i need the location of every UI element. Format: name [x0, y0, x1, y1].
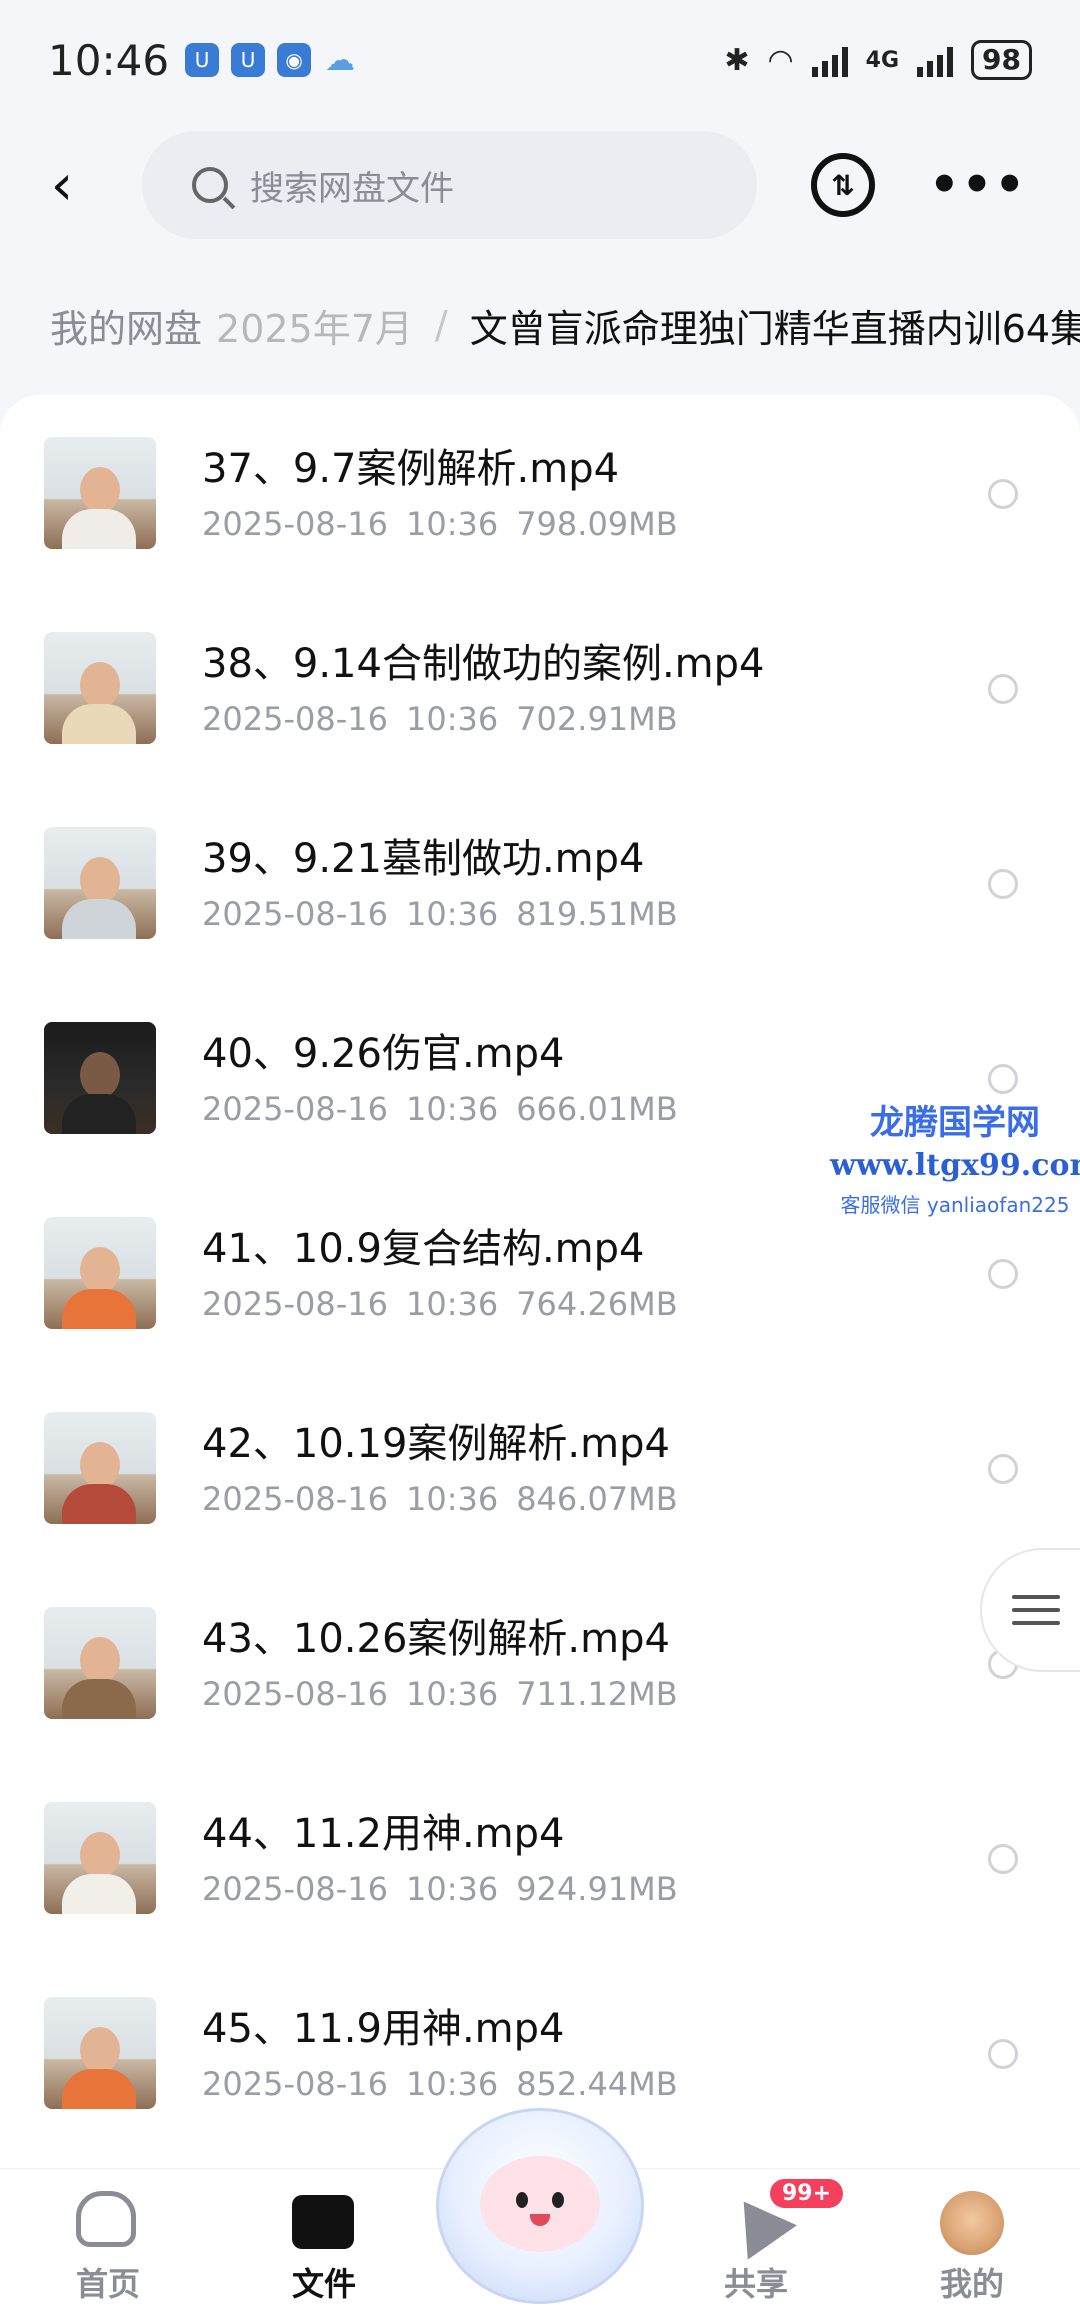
nav-label: 我的 [939, 2265, 1004, 2303]
wifi-icon: ◠ [767, 42, 794, 78]
select-checkbox[interactable] [988, 1259, 1018, 1289]
video-thumbnail [44, 1606, 156, 1719]
nav-item-share[interactable]: 99+ 共享 [648, 2169, 864, 2324]
file-meta: 2025-08-16 10:36 924.91MB [202, 1869, 678, 1908]
nav-item-home[interactable]: 首页 [0, 2169, 216, 2324]
file-meta: 2025-08-16 10:36 764.26MB [202, 1284, 678, 1323]
video-thumbnail [44, 826, 156, 939]
file-name: 42、10.19案例解析.mp4 [202, 1420, 670, 1467]
more-icon: ••• [929, 157, 1028, 213]
file-row[interactable]: 38、9.14合制做功的案例.mp4 2025-08-16 10:36 702.91… [0, 590, 1080, 785]
signal-icon-2 [917, 43, 954, 77]
file-row[interactable]: 37、9.7案例解析.mp4 2025-08-16 10:36 798.09MB [0, 395, 1080, 590]
app-notification-icon: U [231, 43, 266, 77]
select-checkbox[interactable] [988, 1064, 1018, 1094]
header: ‹ 搜索网盘文件 ⇅ ••• [0, 120, 1080, 250]
bluetooth-icon: ✱ [724, 42, 750, 78]
app-notification-icon: U [185, 43, 220, 77]
file-name: 44、11.2用神.mp4 [202, 1810, 565, 1857]
home-icon [76, 2191, 140, 2251]
video-thumbnail [44, 436, 156, 549]
video-thumbnail [44, 631, 156, 744]
transfer-button[interactable]: ⇅ [811, 153, 875, 217]
select-checkbox[interactable] [988, 869, 1018, 899]
app-notification-icon: ◉ [277, 43, 312, 77]
nav-label: 共享 [723, 2265, 788, 2303]
nav-label: 首页 [75, 2265, 140, 2303]
file-list: 37、9.7案例解析.mp4 2025-08-16 10:36 798.09MB 3… [0, 395, 1080, 2170]
watermark-url: www.ltgx99.com [830, 1148, 1080, 1183]
breadcrumb-root[interactable]: 我的网盘 [50, 298, 202, 353]
file-row[interactable]: 44、11.2用神.mp4 2025-08-16 10:36 924.91MB [0, 1760, 1080, 1955]
folder-icon [292, 2191, 356, 2251]
breadcrumb-current: 文曾盲派命理独门精华直播内训64集 [469, 306, 1080, 351]
file-name: 39、9.21墓制做功.mp4 [202, 835, 645, 882]
watermark-title: 龙腾国学网 [870, 1103, 1040, 1143]
breadcrumb-middle[interactable]: 2025年7月 [216, 298, 413, 353]
nav-item-profile[interactable]: 我的 [864, 2169, 1080, 2324]
watermark-contact: 客服微信 yanliaofan225 [840, 1193, 1070, 1217]
file-meta: 2025-08-16 10:36 846.07MB [202, 1479, 678, 1518]
video-thumbnail [44, 1801, 156, 1914]
file-name: 37、9.7案例解析.mp4 [202, 445, 620, 492]
status-bar: 10:46 U U ◉ ☁ ✱ ◠ 4G 98 [0, 0, 1080, 120]
status-right: ✱ ◠ 4G 98 [724, 40, 1032, 80]
notification-badge: 99+ [770, 2179, 844, 2208]
signal-icon [811, 43, 848, 77]
video-thumbnail [44, 1216, 156, 1329]
select-checkbox[interactable] [988, 1844, 1018, 1874]
breadcrumb-separator: / [434, 303, 448, 347]
file-meta: 2025-08-16 10:36 852.44MB [202, 2064, 678, 2103]
network-type: 4G [865, 47, 900, 73]
select-checkbox[interactable] [988, 479, 1018, 509]
file-name: 43、10.26案例解析.mp4 [202, 1615, 670, 1662]
video-thumbnail [44, 1996, 156, 2109]
mascot-icon[interactable] [436, 2108, 644, 2308]
file-name: 38、9.14合制做功的案例.mp4 [202, 640, 765, 687]
file-meta: 2025-08-16 10:36 798.09MB [202, 504, 678, 543]
select-checkbox[interactable] [988, 674, 1018, 704]
battery-indicator: 98 [971, 40, 1032, 80]
transfer-icon: ⇅ [831, 168, 855, 202]
avatar-icon [940, 2191, 1004, 2255]
breadcrumb: 我的网盘 2025年7月 / 文曾盲派命理独门精华直播内训64集 [0, 280, 1080, 370]
file-row[interactable]: 42、10.19案例解析.mp4 2025-08-16 10:36 846.07MB [0, 1370, 1080, 1565]
file-name: 40、9.26伤官.mp4 [202, 1030, 565, 1077]
select-checkbox[interactable] [988, 2039, 1018, 2069]
video-thumbnail [44, 1411, 156, 1524]
back-button[interactable]: ‹ [32, 152, 92, 218]
file-meta: 2025-08-16 10:36 702.91MB [202, 699, 678, 738]
search-icon [192, 167, 228, 203]
nav-label: 文件 [291, 2265, 356, 2303]
cloud-icon: ☁ [325, 42, 356, 78]
search-placeholder: 搜索网盘文件 [250, 168, 454, 209]
more-button[interactable]: ••• [929, 157, 1027, 213]
watermark: 龙腾国学网 www.ltgx99.com 客服微信 yanliaofan225 [830, 1095, 1080, 1218]
status-time: 10:46 [48, 35, 170, 85]
file-name: 41、10.9复合结构.mp4 [202, 1225, 645, 1272]
file-meta: 2025-08-16 10:36 711.12MB [202, 1674, 678, 1713]
file-name: 45、11.9用神.mp4 [202, 2005, 565, 2052]
file-row[interactable]: 39、9.21墓制做功.mp4 2025-08-16 10:36 819.51MB [0, 785, 1080, 980]
file-row[interactable]: 43、10.26案例解析.mp4 2025-08-16 10:36 711.12MB [0, 1565, 1080, 1760]
nav-item-files[interactable]: 文件 [216, 2169, 432, 2324]
search-input[interactable]: 搜索网盘文件 [142, 131, 757, 239]
select-checkbox[interactable] [988, 1454, 1018, 1484]
chevron-left-icon: ‹ [50, 152, 74, 218]
video-thumbnail [44, 1021, 156, 1134]
file-meta: 2025-08-16 10:36 819.51MB [202, 894, 678, 933]
menu-icon [1012, 1586, 1060, 1634]
